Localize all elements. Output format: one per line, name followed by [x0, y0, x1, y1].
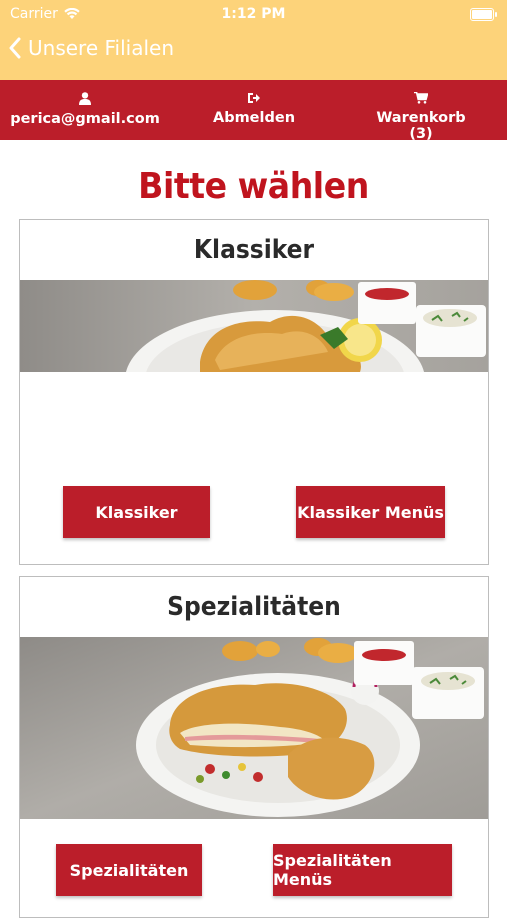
- category-heading: Klassiker: [193, 235, 315, 265]
- user-account-button[interactable]: perica@gmail.com: [10, 92, 160, 127]
- category-card-spezialitaeten: Spezialitäten Spezialitäten Spezialitäte…: [19, 576, 489, 918]
- category-image-spezialitaeten: [20, 637, 488, 819]
- back-label: Unsere Filialen: [28, 36, 174, 60]
- cart-icon: [414, 92, 428, 104]
- cart-button[interactable]: Warenkorb (3): [366, 92, 476, 142]
- category-image-klassiker: [20, 280, 488, 372]
- back-chevron-icon: [9, 37, 21, 59]
- category-heading: Spezialitäten: [167, 592, 341, 622]
- logout-icon: [248, 93, 260, 103]
- user-icon: [79, 92, 91, 105]
- back-button[interactable]: Unsere Filialen: [8, 36, 174, 60]
- top-bar: Carrier 1:12 PM Unsere Filialen: [0, 0, 507, 80]
- spezialitaeten-button[interactable]: Spezialitäten: [56, 844, 202, 896]
- spezialitaeten-menus-button[interactable]: Spezialitäten Menüs: [273, 844, 452, 896]
- cart-label: Warenkorb (3): [376, 110, 466, 142]
- status-time: 1:12 PM: [221, 6, 286, 22]
- logout-label: Abmelden: [212, 110, 296, 126]
- logout-button[interactable]: Abmelden: [213, 92, 295, 126]
- page-title: Bitte wählen: [138, 166, 369, 207]
- account-bar: perica@gmail.com Abmelden Warenkorb (3): [0, 80, 507, 142]
- klassiker-menus-button[interactable]: Klassiker Menüs: [296, 486, 445, 538]
- klassiker-button[interactable]: Klassiker: [63, 486, 210, 538]
- user-email: perica@gmail.com: [10, 111, 160, 127]
- status-bar: Carrier 1:12 PM: [0, 0, 507, 28]
- category-card-klassiker: Klassiker Klassiker Klassiker Menüs: [19, 219, 489, 565]
- battery-icon: [470, 8, 497, 21]
